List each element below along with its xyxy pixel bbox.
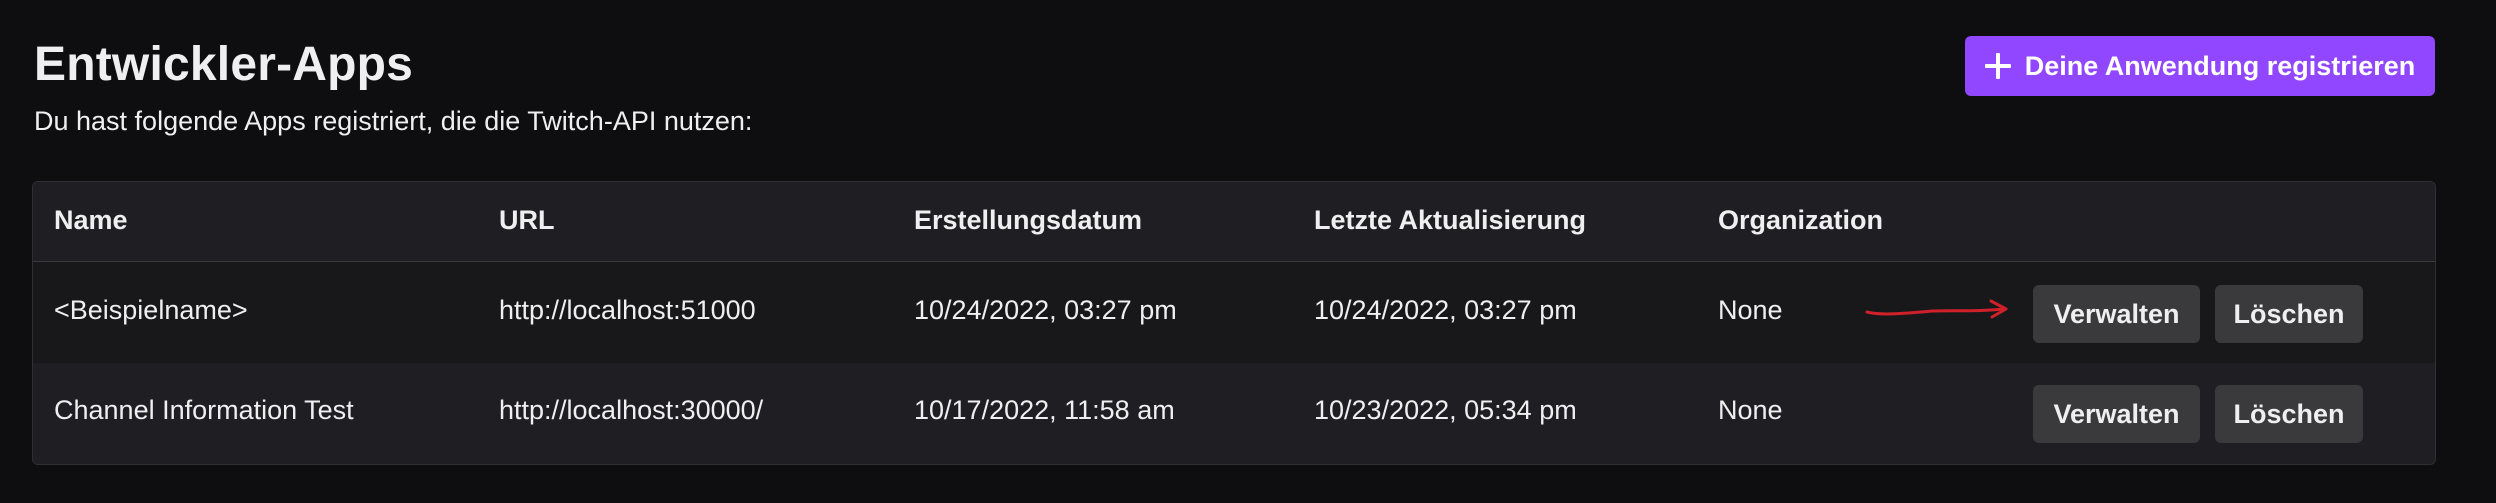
app-name: <Beispielname> xyxy=(54,295,248,325)
app-updated-date: 10/23/2022, 05:34 pm xyxy=(1314,395,1577,425)
column-header-updated: Letzte Aktualisierung xyxy=(1314,205,1587,235)
table-row: <Beispielname> http://localhost:51000 10… xyxy=(33,263,2435,363)
app-organization: None xyxy=(1718,395,1783,425)
register-application-label: Deine Anwendung registrieren xyxy=(2024,50,2416,81)
developer-apps-page: Entwickler-Apps Du hast folgende Apps re… xyxy=(0,0,2496,503)
register-application-button[interactable]: Deine Anwendung registrieren xyxy=(1965,36,2435,96)
column-header-created: Erstellungsdatum xyxy=(914,205,1143,235)
page-subtitle: Du hast folgende Apps registriert, die d… xyxy=(34,106,753,136)
app-created-date: 10/17/2022, 11:58 am xyxy=(914,395,1175,425)
table-row: Channel Information Test http://localhos… xyxy=(33,363,2435,464)
delete-button[interactable]: Löschen xyxy=(2215,285,2363,343)
table-header-row: Name URL Erstellungsdatum Letzte Aktuali… xyxy=(33,182,2435,262)
column-header-organization: Organization xyxy=(1718,205,1884,235)
app-updated-date: 10/24/2022, 03:27 pm xyxy=(1314,295,1577,325)
app-created-date: 10/24/2022, 03:27 pm xyxy=(914,295,1177,325)
manage-button[interactable]: Verwalten xyxy=(2033,285,2200,343)
app-url: http://localhost:30000/ xyxy=(499,395,764,425)
app-url: http://localhost:51000 xyxy=(499,295,756,325)
plus-icon xyxy=(1984,53,2011,79)
manage-button[interactable]: Verwalten xyxy=(2033,385,2200,443)
app-name: Channel Information Test xyxy=(54,395,354,425)
column-header-name: Name xyxy=(54,205,128,235)
column-header-url: URL xyxy=(499,205,555,235)
red-arrow-annotation-icon xyxy=(1865,299,2008,319)
app-organization: None xyxy=(1718,295,1783,325)
delete-button[interactable]: Löschen xyxy=(2215,385,2363,443)
apps-table: Name URL Erstellungsdatum Letzte Aktuali… xyxy=(32,181,2436,465)
